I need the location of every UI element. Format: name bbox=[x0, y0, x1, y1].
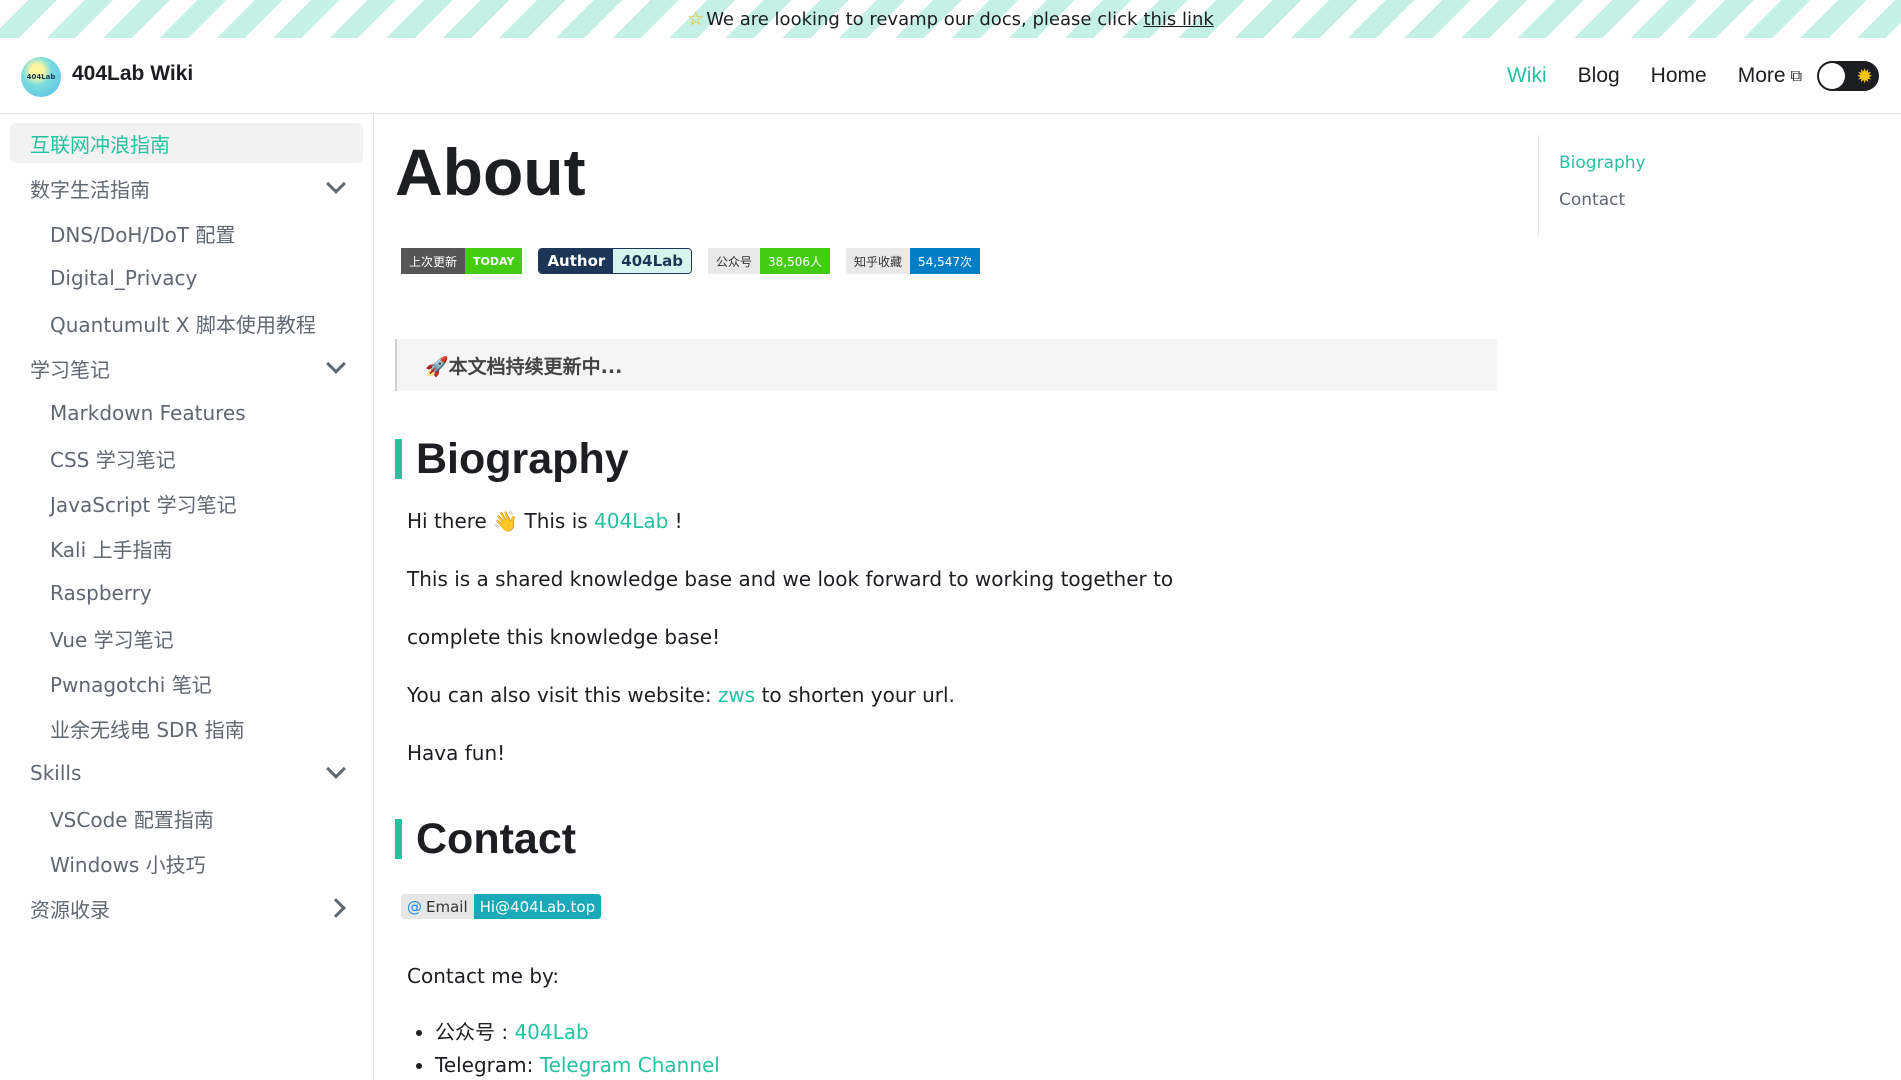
sidebar-item-internet-surfing[interactable]: 互联网冲浪指南 bbox=[10, 123, 363, 163]
contact-intro: Contact me by: bbox=[407, 964, 560, 988]
theme-toggle[interactable]: ✹ bbox=[1817, 61, 1879, 91]
navbar: 404Lab 404Lab Wiki Wiki Blog Home More ⧉ … bbox=[0, 38, 1901, 114]
visit-text: You can also visit this website: zws to … bbox=[407, 683, 955, 707]
wechat-icon: 公众号 bbox=[708, 248, 761, 274]
sidebar-item-resources[interactable]: 资源收录 bbox=[10, 888, 363, 928]
sidebar-item-kali[interactable]: Kali 上手指南 bbox=[10, 528, 363, 568]
contact-list: 公众号 : 404Lab Telegram: Telegram Channel bbox=[435, 1016, 720, 1080]
telegram-link[interactable]: Telegram Channel bbox=[540, 1053, 720, 1077]
toggle-knob bbox=[1819, 63, 1845, 89]
badge-zhihu[interactable]: 知乎收藏 54,547次 bbox=[846, 248, 981, 274]
sidebar-item-pwnagotchi[interactable]: Pwnagotchi 笔记 bbox=[10, 663, 363, 703]
sidebar-item-digital-life[interactable]: 数字生活指南 bbox=[10, 168, 363, 208]
sidebar-item-study-notes[interactable]: 学习笔记 bbox=[10, 348, 363, 388]
badge-row: 上次更新 TODAY Author 404Lab 公众号 38,506人 知乎收… bbox=[401, 248, 981, 274]
chevron-down-icon[interactable] bbox=[326, 759, 346, 779]
nav-links: Wiki Blog Home More ⧉ ✹ bbox=[1507, 38, 1901, 114]
list-item: 公众号 : 404Lab bbox=[435, 1016, 720, 1045]
external-link-icon: ⧉ bbox=[1790, 68, 1802, 85]
nav-home[interactable]: Home bbox=[1651, 64, 1707, 88]
sun-icon: ✹ bbox=[1856, 64, 1873, 88]
bio-line-1: This is a shared knowledge base and we l… bbox=[407, 567, 1174, 591]
zws-link[interactable]: zws bbox=[718, 683, 755, 707]
nav-wiki[interactable]: Wiki bbox=[1507, 64, 1547, 88]
table-of-contents: Biography Contact bbox=[1538, 135, 1646, 235]
badge-author[interactable]: Author 404Lab bbox=[538, 248, 693, 274]
toc-biography[interactable]: Biography bbox=[1559, 153, 1646, 173]
page-title: About bbox=[395, 135, 586, 209]
sidebar-item-windows[interactable]: Windows 小技巧 bbox=[10, 843, 363, 883]
site-title[interactable]: 404Lab Wiki bbox=[72, 62, 193, 86]
contact-heading: Contact bbox=[395, 818, 576, 861]
list-item: Telegram: Telegram Channel bbox=[435, 1053, 720, 1077]
nav-more[interactable]: More ⧉ bbox=[1738, 64, 1802, 88]
sidebar-item-digital-privacy[interactable]: Digital_Privacy bbox=[10, 258, 363, 298]
sidebar-item-dns[interactable]: DNS/DoH/DoT 配置 bbox=[10, 213, 363, 253]
sidebar-item-quantumult[interactable]: Quantumult X 脚本使用教程 bbox=[10, 303, 363, 343]
greeting-text: Hi there 👋 This is 404Lab ! bbox=[407, 509, 683, 533]
announcement-bar: ☆ We are looking to revamp our docs, ple… bbox=[0, 0, 1901, 38]
bio-line-2: complete this knowledge base! bbox=[407, 625, 721, 649]
nav-blog[interactable]: Blog bbox=[1578, 64, 1620, 88]
announcement-text: We are looking to revamp our docs, pleas… bbox=[706, 8, 1138, 30]
sidebar-item-sdr[interactable]: 业余无线电 SDR 指南 bbox=[10, 708, 363, 748]
sidebar-item-vscode[interactable]: VSCode 配置指南 bbox=[10, 798, 363, 838]
badge-wechat[interactable]: 公众号 38,506人 bbox=[708, 248, 831, 274]
sidebar-item-vue[interactable]: Vue 学习笔记 bbox=[10, 618, 363, 658]
zhihu-icon: 知乎收藏 bbox=[846, 248, 911, 274]
at-icon: @ bbox=[407, 897, 422, 916]
update-callout: 🚀本文档持续更新中... bbox=[395, 339, 1497, 391]
sidebar-item-raspberry[interactable]: Raspberry bbox=[10, 573, 363, 613]
toc-contact[interactable]: Contact bbox=[1559, 190, 1646, 210]
star-icon: ☆ bbox=[687, 8, 705, 30]
email-badge[interactable]: @ Email Hi@404Lab.top bbox=[401, 894, 602, 919]
404lab-link[interactable]: 404Lab bbox=[594, 509, 668, 533]
chevron-down-icon[interactable] bbox=[326, 354, 346, 374]
biography-heading: Biography bbox=[395, 438, 629, 481]
sidebar-item-javascript[interactable]: JavaScript 学习笔记 bbox=[10, 483, 363, 523]
badge-last-update[interactable]: 上次更新 TODAY bbox=[401, 248, 523, 274]
chevron-right-icon[interactable] bbox=[326, 898, 346, 918]
sidebar-item-css[interactable]: CSS 学习笔记 bbox=[10, 438, 363, 478]
announcement-link[interactable]: this link bbox=[1143, 9, 1213, 30]
site-logo[interactable]: 404Lab bbox=[21, 57, 61, 97]
have-fun-text: Hava fun! bbox=[407, 741, 506, 765]
sidebar-item-skills[interactable]: Skills bbox=[10, 753, 363, 793]
wechat-link[interactable]: 404Lab bbox=[514, 1020, 588, 1044]
sidebar-item-markdown[interactable]: Markdown Features bbox=[10, 393, 363, 433]
chevron-down-icon[interactable] bbox=[326, 174, 346, 194]
sidebar: 互联网冲浪指南 数字生活指南 DNS/DoH/DoT 配置 Digital_Pr… bbox=[0, 114, 374, 1080]
